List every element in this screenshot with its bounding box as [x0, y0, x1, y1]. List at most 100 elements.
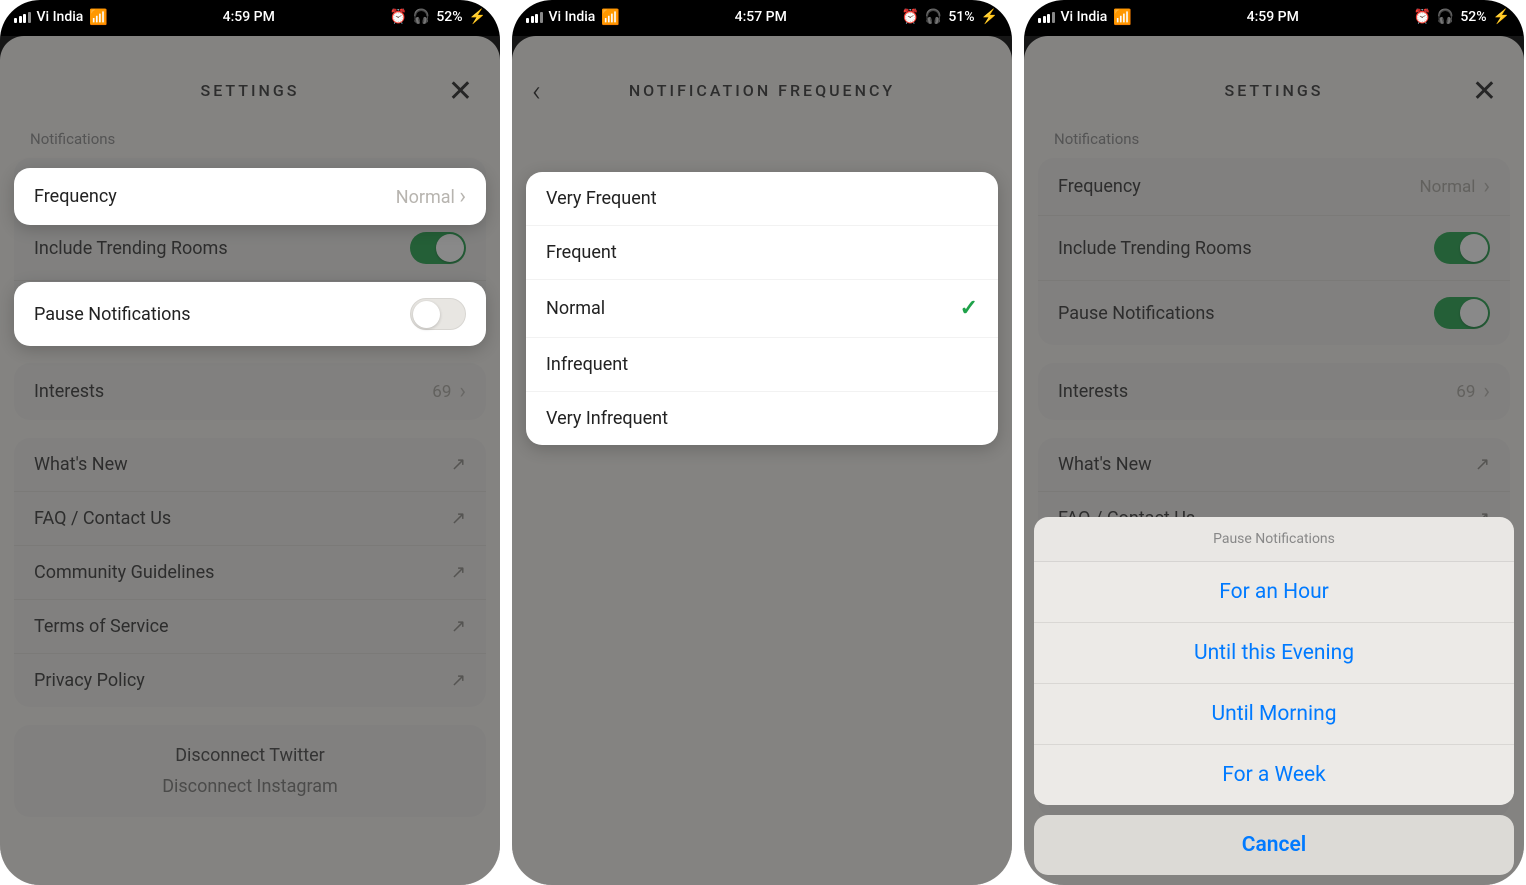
freq-label-h: Frequency	[34, 186, 117, 207]
sheet-header: ‹ NOTIFICATION FREQUENCY	[512, 60, 1012, 120]
disconnect-card: Disconnect Twitter Disconnect Instagram	[14, 725, 486, 817]
headphone-icon: 🎧	[1437, 9, 1454, 25]
external-link-icon: ↗	[451, 454, 466, 475]
page-title: SETTINGS	[1225, 81, 1324, 100]
close-icon[interactable]: ✕	[1472, 74, 1500, 109]
clock-label: 4:59 PM	[223, 9, 275, 25]
pause-action-sheet: Pause Notifications For an Hour Until th…	[1024, 517, 1524, 885]
page-title: NOTIFICATION FREQUENCY	[629, 81, 895, 100]
option-infrequent[interactable]: Infrequent	[526, 338, 998, 392]
clock-label: 4:57 PM	[735, 9, 787, 25]
option-frequent[interactable]: Frequent	[526, 226, 998, 280]
whats-new-label: What's New	[1058, 454, 1152, 475]
charging-icon: ⚡	[469, 9, 486, 25]
interests-count: 69	[432, 382, 451, 402]
whats-new-row[interactable]: What's New ↗	[14, 438, 486, 492]
interests-row[interactable]: Interests 69 ›	[14, 363, 486, 420]
signal-icon	[14, 12, 31, 23]
tos-row[interactable]: Terms of Service ↗	[14, 600, 486, 654]
battery-label: 51%	[948, 9, 974, 25]
pause-hour-button[interactable]: For an Hour	[1034, 562, 1514, 623]
highlight-pause: Pause Notifications	[14, 282, 486, 346]
opt-label: Very Infrequent	[546, 408, 668, 429]
action-sheet-title: Pause Notifications	[1034, 517, 1514, 562]
whats-new-row[interactable]: What's New ↗	[1038, 438, 1510, 492]
close-icon[interactable]: ✕	[448, 74, 476, 109]
pause-toggle-h[interactable]	[410, 298, 466, 330]
pause-row-highlight[interactable]: Pause Notifications	[14, 282, 486, 346]
trending-toggle[interactable]	[1434, 232, 1490, 264]
headphone-icon: 🎧	[925, 9, 942, 25]
trending-row[interactable]: Include Trending Rooms	[1038, 216, 1510, 281]
faq-row[interactable]: FAQ / Contact Us ↗	[14, 492, 486, 546]
highlight-frequency: Frequency Normal ›	[14, 168, 486, 225]
carrier-label: Vi India	[549, 9, 596, 25]
section-notifications: Notifications	[0, 120, 500, 154]
signal-icon	[1038, 12, 1055, 23]
sheet-header: SETTINGS ✕	[1024, 60, 1524, 120]
freq-value-h: Normal	[396, 187, 455, 208]
disconnect-twitter-button[interactable]: Disconnect Twitter	[34, 745, 466, 766]
notifications-card: Frequency Normal› Include Trending Rooms…	[1038, 158, 1510, 345]
cancel-button[interactable]: Cancel	[1034, 815, 1514, 875]
freq-label: Frequency	[1058, 176, 1141, 197]
interests-label: Interests	[34, 381, 104, 402]
external-link-icon: ↗	[451, 562, 466, 583]
settings-sheet: SETTINGS ✕ Notifications Frequency Norma…	[1024, 36, 1524, 885]
chevron-right-icon: ›	[1483, 174, 1490, 199]
carrier-label: Vi India	[1061, 9, 1108, 25]
frequency-options-card: Very Frequent Frequent Normal✓ Infrequen…	[526, 172, 998, 445]
frequency-sheet: ‹ NOTIFICATION FREQUENCY Very Frequent F…	[512, 36, 1012, 885]
phone-3-pause-sheet: Vi India 📶 4:59 PM ⏰ 🎧 52% ⚡ SETTINGS ✕ …	[1024, 0, 1524, 885]
status-bar: Vi India 📶 4:59 PM ⏰ 🎧 52% ⚡	[0, 0, 500, 28]
interests-row[interactable]: Interests 69›	[1038, 363, 1510, 420]
pause-label: Pause Notifications	[1058, 303, 1215, 324]
external-link-icon: ↗	[1475, 454, 1490, 475]
pause-row[interactable]: Pause Notifications	[1038, 281, 1510, 345]
option-very-infrequent[interactable]: Very Infrequent	[526, 392, 998, 445]
option-very-frequent[interactable]: Very Frequent	[526, 172, 998, 226]
chevron-right-icon: ›	[459, 379, 466, 404]
charging-icon: ⚡	[981, 9, 998, 25]
option-normal[interactable]: Normal✓	[526, 280, 998, 338]
faq-label: FAQ / Contact Us	[34, 508, 171, 529]
clock-label: 4:59 PM	[1247, 9, 1299, 25]
phone-2-frequency: Vi India 📶 4:57 PM ⏰ 🎧 51% ⚡ ‹ NOTIFICAT…	[512, 0, 1012, 885]
headphone-icon: 🎧	[413, 9, 430, 25]
frequency-row[interactable]: Frequency Normal›	[1038, 158, 1510, 216]
disconnect-instagram-button[interactable]: Disconnect Instagram	[34, 776, 466, 797]
external-link-icon: ↗	[451, 670, 466, 691]
charging-icon: ⚡	[1493, 9, 1510, 25]
frequency-row-highlight[interactable]: Frequency Normal ›	[14, 168, 486, 225]
phone-1-settings: Vi India 📶 4:59 PM ⏰ 🎧 52% ⚡ SETTINGS ✕ …	[0, 0, 500, 885]
opt-label: Normal	[546, 298, 605, 319]
pause-morning-button[interactable]: Until Morning	[1034, 684, 1514, 745]
external-link-icon: ↗	[451, 508, 466, 529]
external-link-icon: ↗	[451, 616, 466, 637]
pause-evening-button[interactable]: Until this Evening	[1034, 623, 1514, 684]
community-row[interactable]: Community Guidelines↗	[14, 546, 486, 600]
trending-toggle[interactable]	[410, 232, 466, 264]
settings-sheet: SETTINGS ✕ Notifications Frequency Norma…	[0, 36, 500, 885]
action-sheet-group: Pause Notifications For an Hour Until th…	[1034, 517, 1514, 805]
chevron-right-icon: ›	[459, 184, 466, 209]
trending-label: Include Trending Rooms	[34, 238, 228, 259]
interests-card: Interests 69 ›	[14, 363, 486, 420]
alarm-icon: ⏰	[389, 9, 406, 25]
trending-row[interactable]: Include Trending Rooms	[14, 216, 486, 281]
alarm-icon: ⏰	[901, 9, 918, 25]
page-title: SETTINGS	[201, 81, 300, 100]
privacy-label: Privacy Policy	[34, 670, 145, 691]
interests-label: Interests	[1058, 381, 1128, 402]
trending-label: Include Trending Rooms	[1058, 238, 1252, 259]
back-icon[interactable]: ‹	[532, 74, 544, 109]
chevron-right-icon: ›	[1483, 379, 1490, 404]
alarm-icon: ⏰	[1413, 9, 1430, 25]
privacy-row[interactable]: Privacy Policy ↗	[14, 654, 486, 707]
pause-week-button[interactable]: For a Week	[1034, 745, 1514, 805]
whats-new-label: What's New	[34, 454, 128, 475]
tos-label: Terms of Service	[34, 616, 169, 637]
signal-icon	[526, 12, 543, 23]
pause-toggle[interactable]	[1434, 297, 1490, 329]
wifi-icon: 📶	[89, 8, 108, 26]
